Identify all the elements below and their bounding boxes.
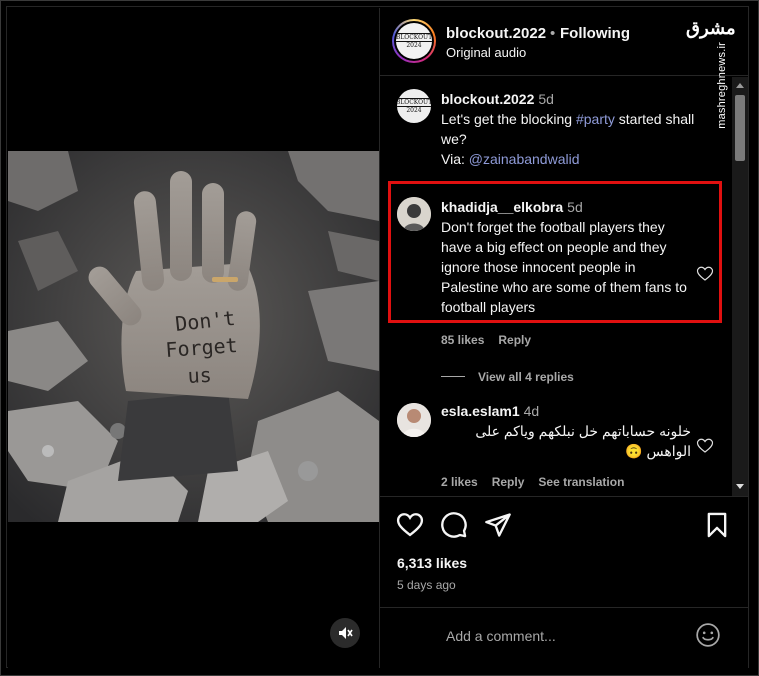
comment-text: Don't forget the football players they h… [441,219,687,315]
audio-link[interactable]: Original audio [446,45,526,60]
comments-scrollbar[interactable] [732,77,748,496]
caption-avatar-logo: BLOCKOUT 2024 [397,98,431,114]
heart-icon[interactable] [396,511,424,539]
view-replies-button[interactable]: View all 4 replies [478,370,574,384]
comment-body: khadidja__elkobra 5d Don't forget the foo… [441,197,693,317]
muted-speaker-icon [339,627,353,639]
comment-like-heart-icon[interactable] [696,437,714,455]
via-label: Via: [441,151,469,167]
caption-hashtag[interactable]: #party [576,111,615,127]
comments-list[interactable]: BLOCKOUT 2024 blockout.2022 5d Let's get … [380,77,748,496]
post-time: 5 days ago [397,578,456,592]
comment-body: esla.eslam1 4d [441,401,693,421]
hand-text-line-2: Forget [165,333,239,362]
comment-time: 4d [523,403,540,419]
comment-username[interactable]: khadidja__elkobra [441,199,563,215]
add-comment-input[interactable]: Add a comment... [446,628,556,644]
following-button[interactable]: Following [560,25,630,42]
hand-text-line-3: us [187,363,212,388]
watermark-logo: مشرق [686,18,736,39]
avatar-logo: BLOCKOUT 2024 [396,33,432,49]
scroll-up-arrow[interactable] [736,83,744,88]
comment-likes[interactable]: 85 likes [441,333,484,347]
scroll-down-arrow[interactable] [736,484,744,489]
author-username[interactable]: blockout.2022 [446,25,546,42]
post-header: BLOCKOUT 2024 blockout.2022 • Following … [380,8,748,129]
emoji-icon[interactable] [695,622,721,648]
comment-avatar[interactable] [397,403,431,437]
caption-username[interactable]: blockout.2022 [441,91,534,107]
comment-username[interactable]: esla.eslam1 [441,403,520,419]
comment-icon[interactable] [440,511,468,539]
user-avatar-icon [397,197,431,231]
comment-composer: Add a comment... [380,607,748,669]
share-icon[interactable] [484,511,512,539]
post-side-panel: BLOCKOUT 2024 blockout.2022 • Following … [380,8,748,668]
caption-text-before: Let's get the blocking [441,111,576,127]
like-count[interactable]: 6,313 likes [397,555,467,571]
post-media[interactable]: Don't Forget us [8,8,379,668]
comment-likes[interactable]: 2 likes [441,475,478,489]
caption: blockout.2022 5d Let's get the blocking #… [441,89,711,169]
reply-button[interactable]: Reply [492,475,525,489]
see-translation-button[interactable]: See translation [538,475,624,489]
comment-time: 5d [567,199,583,215]
separator-dot: • [550,25,556,42]
post-actions: 6,313 likes 5 days ago Add a comment... [380,496,748,668]
caption-time: 5d [538,91,554,107]
reply-button[interactable]: Reply [498,333,531,347]
author-avatar[interactable]: BLOCKOUT 2024 [392,19,436,63]
post-image[interactable]: Don't Forget us [8,151,379,522]
comment-like-heart-icon[interactable] [696,265,714,283]
comment-avatar[interactable] [397,197,431,231]
caption-avatar[interactable]: BLOCKOUT 2024 [397,89,431,123]
hand-in-rubble-image: Don't Forget us [8,151,379,522]
comment-meta: 85 likes Reply [441,333,545,347]
scroll-thumb[interactable] [735,95,745,161]
via-user-link[interactable]: @zainabandwalid [469,151,580,167]
replies-line [441,376,465,377]
comment-meta: 2 likes Reply See translation [441,475,638,489]
bookmark-icon[interactable] [703,511,731,539]
comment-text: خلونه حساباتهم خل نبلكهم وياكم على الواه… [475,423,691,459]
mute-button[interactable] [330,618,360,648]
user-avatar-icon [397,403,431,437]
